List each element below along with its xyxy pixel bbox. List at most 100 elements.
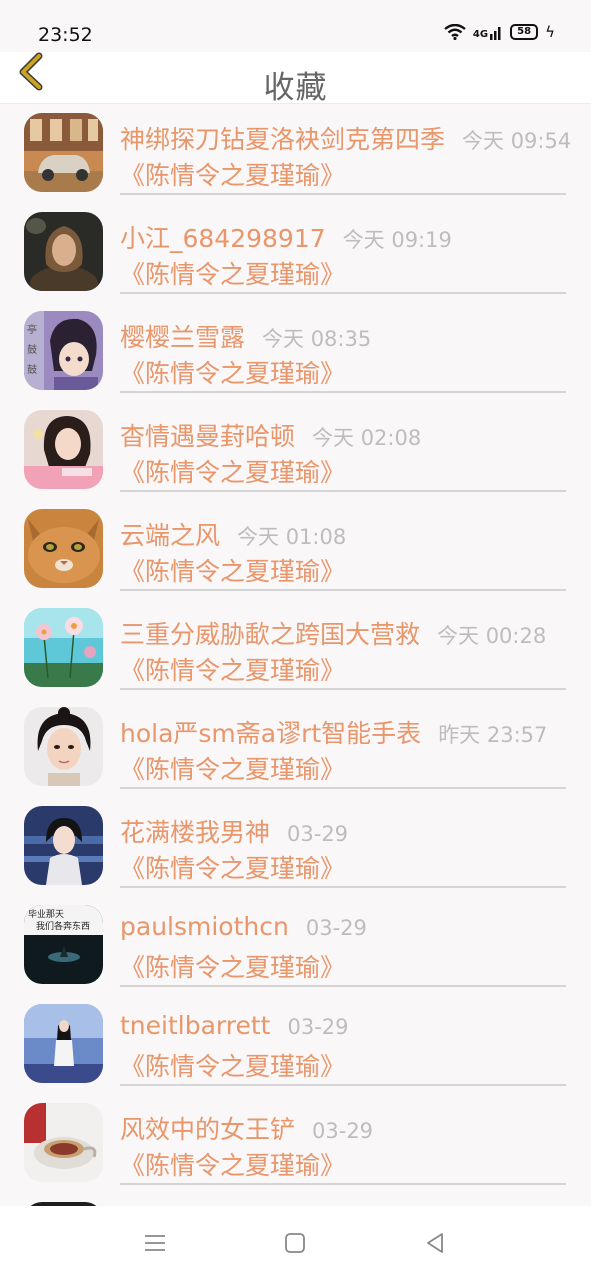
timestamp: 03-29: [287, 1015, 349, 1039]
signal-icon: [490, 27, 501, 40]
divider: [120, 1183, 566, 1185]
page-title: 收藏: [263, 70, 328, 106]
divider: [120, 490, 566, 492]
avatar: [24, 1103, 103, 1182]
nickname: 杳情遇曼葑哈顿: [120, 422, 296, 451]
row-header: 云端之风 今天 01:08: [120, 516, 591, 552]
avatar: [24, 707, 103, 786]
divider: [120, 787, 566, 789]
avatar: [24, 509, 103, 588]
timestamp: 03-29: [305, 916, 367, 940]
nickname: 神绑探刀钻夏洛袂剑克第四季: [120, 125, 446, 154]
back-triangle-icon: [427, 1233, 443, 1253]
menu-button[interactable]: [140, 1228, 170, 1258]
row-header: paulsmiothcn 03-29: [120, 912, 591, 941]
row-header: tneitlbarrett 03-29: [120, 1011, 591, 1040]
list-item[interactable]: [0, 1193, 591, 1206]
timestamp: 今天 08:35: [262, 327, 372, 351]
book-title: 《陈情令之夏瑾瑜》: [120, 359, 346, 388]
book-title: 《陈情令之夏瑾瑜》: [120, 656, 346, 685]
book-title: 《陈情令之夏瑾瑜》: [120, 260, 346, 289]
avatar: [24, 608, 103, 687]
list-item[interactable]: 亭 鼓 鼓 樱樱兰雪露 今天 08:35 《陈情令之夏瑾瑜》: [0, 302, 591, 401]
row-header: 神绑探刀钻夏洛袂剑克第四季 今天 09:54: [120, 120, 591, 156]
book-title: 《陈情令之夏瑾瑜》: [120, 1052, 346, 1081]
timestamp: 昨天 23:57: [438, 723, 548, 747]
row-header: 杳情遇曼葑哈顿 今天 02:08: [120, 417, 591, 453]
wifi-icon: [444, 24, 466, 40]
divider: [120, 292, 566, 294]
timestamp: 03-29: [287, 822, 349, 846]
avatar-text: 毕业那天: [28, 908, 64, 920]
book-title: 《陈情令之夏瑾瑜》: [120, 953, 346, 982]
home-button[interactable]: [280, 1228, 310, 1258]
nickname: 风效中的女王铲: [120, 1115, 296, 1144]
list-item[interactable]: hola严sm斋a谬rt智能手表 昨天 23:57 《陈情令之夏瑾瑜》: [0, 698, 591, 797]
nickname: 花满楼我男神: [120, 818, 271, 847]
avatar: [24, 806, 103, 885]
home-square-icon: [285, 1233, 305, 1253]
divider: [120, 985, 566, 987]
list-item[interactable]: 三重分威胁歃之跨国大营救 今天 00:28 《陈情令之夏瑾瑜》: [0, 599, 591, 698]
avatar: [24, 1004, 103, 1083]
nickname: tneitlbarrett: [120, 1011, 271, 1040]
divider: [120, 589, 566, 591]
avatar-text: 鼓: [27, 363, 37, 376]
book-title: 《陈情令之夏瑾瑜》: [120, 1151, 346, 1180]
nickname: paulsmiothcn: [120, 912, 289, 941]
avatar: [24, 212, 103, 291]
list-item[interactable]: 小江_684298917 今天 09:19 《陈情令之夏瑾瑜》: [0, 203, 591, 302]
list-item[interactable]: 神绑探刀钻夏洛袂剑克第四季 今天 09:54 《陈情令之夏瑾瑜》: [0, 104, 591, 203]
timestamp: 今天 02:08: [312, 426, 422, 450]
timestamp: 03-29: [312, 1119, 374, 1143]
book-title: 《陈情令之夏瑾瑜》: [120, 755, 346, 784]
book-title: 《陈情令之夏瑾瑜》: [120, 458, 346, 487]
back-nav-button[interactable]: [420, 1228, 450, 1258]
row-header: 花满楼我男神 03-29: [120, 813, 591, 849]
system-nav-bar: [0, 1206, 591, 1280]
charging-icon: ϟ: [545, 22, 555, 41]
divider: [120, 193, 566, 195]
status-icons: 4G 58 ϟ: [444, 24, 555, 40]
network-type: 4G: [472, 29, 489, 40]
signal-group: 4G: [473, 24, 503, 40]
status-time: 23:52: [38, 24, 93, 46]
favorites-list[interactable]: 神绑探刀钻夏洛袂剑克第四季 今天 09:54 《陈情令之夏瑾瑜》 小江_6842…: [0, 104, 591, 1206]
avatar-text: 我们各奔东西: [36, 920, 90, 932]
book-title: 《陈情令之夏瑾瑜》: [120, 161, 346, 190]
avatar-text: 亭: [27, 323, 37, 336]
list-item[interactable]: tneitlbarrett 03-29 《陈情令之夏瑾瑜》: [0, 995, 591, 1094]
row-header: 小江_684298917 今天 09:19: [120, 219, 591, 255]
avatar: 亭 鼓 鼓: [24, 311, 103, 390]
row-header: 风效中的女王铲 03-29: [120, 1110, 591, 1146]
avatar-text: 鼓: [27, 343, 37, 356]
battery-icon: 58: [510, 24, 539, 40]
book-title: 《陈情令之夏瑾瑜》: [120, 557, 346, 586]
divider: [120, 688, 566, 690]
nickname: 云端之风: [120, 521, 221, 550]
divider: [120, 391, 566, 393]
row-header: 三重分威胁歃之跨国大营救 今天 00:28: [120, 615, 591, 651]
status-bar: 23:52 4G 58 ϟ: [0, 0, 591, 52]
menu-icon: [145, 1235, 165, 1251]
title-bar: 收藏: [0, 52, 591, 106]
nickname: 小江_684298917: [120, 224, 326, 253]
nickname: hola严sm斋a谬rt智能手表: [120, 719, 422, 748]
divider: [120, 1084, 566, 1086]
row-header: 樱樱兰雪露 今天 08:35: [120, 318, 591, 354]
list-item[interactable]: 花满楼我男神 03-29 《陈情令之夏瑾瑜》: [0, 797, 591, 896]
avatar: 毕业那天 我们各奔东西: [24, 905, 103, 984]
timestamp: 今天 00:28: [437, 624, 547, 648]
avatar: [24, 113, 103, 192]
divider: [120, 886, 566, 888]
book-title: 《陈情令之夏瑾瑜》: [120, 854, 346, 883]
nickname: 三重分威胁歃之跨国大营救: [120, 620, 421, 649]
list-item[interactable]: 毕业那天 我们各奔东西 paulsmiothcn 03-29 《陈情令之夏瑾瑜》: [0, 896, 591, 995]
list-item[interactable]: 风效中的女王铲 03-29 《陈情令之夏瑾瑜》: [0, 1094, 591, 1193]
timestamp: 今天 09:54: [462, 129, 572, 153]
list-item[interactable]: 杳情遇曼葑哈顿 今天 02:08 《陈情令之夏瑾瑜》: [0, 401, 591, 500]
timestamp: 今天 09:19: [342, 228, 452, 252]
avatar: [24, 410, 103, 489]
timestamp: 今天 01:08: [237, 525, 347, 549]
list-item[interactable]: 云端之风 今天 01:08 《陈情令之夏瑾瑜》: [0, 500, 591, 599]
